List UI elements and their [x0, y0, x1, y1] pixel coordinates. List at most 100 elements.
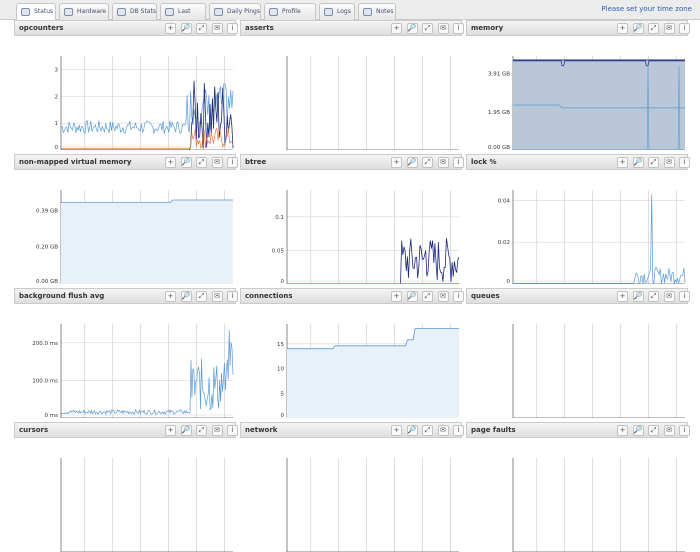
zoom-button[interactable]: 🔎: [632, 291, 644, 302]
panel-title: btree: [245, 158, 267, 166]
link-button[interactable]: ⤢: [422, 291, 433, 302]
add-chart-button[interactable]: +: [617, 157, 628, 168]
email-button[interactable]: ✉: [437, 291, 449, 302]
zoom-button[interactable]: 🔎: [180, 425, 192, 436]
add-chart-button[interactable]: +: [391, 425, 402, 436]
info-button[interactable]: i: [679, 157, 690, 168]
chart-svg: 06:0007:0008:0009:0010:0011:00: [512, 458, 685, 552]
zoom-button[interactable]: 🔎: [180, 23, 192, 34]
y-tick-label: 0: [507, 279, 511, 284]
zoom-button[interactable]: 🔎: [632, 23, 644, 34]
info-button[interactable]: i: [227, 157, 238, 168]
zoom-button[interactable]: 🔎: [406, 425, 418, 436]
tab-bar: Status Hardware DB Stats Last Ping Daily…: [0, 0, 700, 31]
y-tick-label: 1: [55, 121, 59, 127]
panel-header: btree + 🔎 ⤢ ✉ i: [240, 154, 464, 170]
link-button[interactable]: ⤢: [422, 23, 433, 34]
tab-last-ping[interactable]: Last Ping: [160, 3, 206, 31]
info-button[interactable]: i: [453, 23, 464, 34]
panel-header: network + 🔎 ⤢ ✉ i: [240, 422, 464, 438]
link-button[interactable]: ⤢: [648, 425, 659, 436]
add-chart-button[interactable]: +: [165, 291, 176, 302]
y-tick-label: 0: [281, 413, 285, 418]
add-chart-button[interactable]: +: [165, 425, 176, 436]
zoom-button[interactable]: 🔎: [406, 157, 418, 168]
email-button[interactable]: ✉: [663, 23, 675, 34]
link-button[interactable]: ⤢: [648, 23, 659, 34]
info-button[interactable]: i: [227, 291, 238, 302]
panel-header: connections + 🔎 ⤢ ✉ i: [240, 288, 464, 304]
profile-data-icon: [269, 8, 278, 16]
link-button[interactable]: ⤢: [422, 425, 433, 436]
info-button[interactable]: i: [679, 23, 690, 34]
chart-panel: background flush avg + 🔎 ⤢ ✉ i 06:0007:0008:00…: [14, 288, 238, 418]
chart-panel: network + 🔎 ⤢ ✉ i 06:0007:0008:0009:0010:0011:…: [240, 422, 464, 552]
tab-notes[interactable]: Notes: [358, 3, 396, 20]
add-chart-button[interactable]: +: [165, 157, 176, 168]
zoom-button[interactable]: 🔎: [632, 425, 644, 436]
y-tick-label: 0.02: [498, 240, 510, 246]
email-button[interactable]: ✉: [437, 425, 449, 436]
y-tick-label: 3: [55, 67, 59, 73]
y-tick-label: 0.1: [275, 215, 284, 221]
zoom-button[interactable]: 🔎: [406, 23, 418, 34]
add-chart-button[interactable]: +: [391, 291, 402, 302]
link-button[interactable]: ⤢: [648, 157, 659, 168]
y-tick-label: 0.04: [498, 198, 511, 204]
panel-header: page faults + 🔎 ⤢ ✉ i: [466, 422, 690, 438]
y-tick-label: 0 ms: [45, 413, 59, 418]
tab-logs[interactable]: Logs: [319, 3, 355, 20]
chart-svg: 06:0007:0008:0009:0010:0011:000 ms100.0 …: [32, 324, 234, 418]
add-chart-button[interactable]: +: [617, 291, 628, 302]
email-button[interactable]: ✉: [211, 157, 223, 168]
add-chart-button[interactable]: +: [165, 23, 176, 34]
tab-profile-data[interactable]: Profile Data: [264, 3, 316, 31]
email-button[interactable]: ✉: [211, 425, 223, 436]
info-button[interactable]: i: [453, 157, 464, 168]
email-button[interactable]: ✉: [663, 157, 675, 168]
info-button[interactable]: i: [227, 23, 238, 34]
zoom-button[interactable]: 🔎: [180, 291, 192, 302]
chart-panel: lock %+🔎⤢✉i06:0007:0008:0009:0010:0011:0…: [466, 154, 690, 284]
add-chart-button[interactable]: +: [391, 23, 402, 34]
link-button[interactable]: ⤢: [196, 291, 207, 302]
chart-area: 06:0007:0008:0009:0010:0011:00: [466, 438, 688, 552]
link-button[interactable]: ⤢: [196, 425, 207, 436]
tab-label: DB Stats: [130, 8, 156, 15]
tab-status[interactable]: Status: [16, 3, 56, 21]
info-button[interactable]: i: [679, 425, 690, 436]
chart-svg: 06:0007:0008:0009:0010:0011:000.00 GB0.2…: [36, 190, 233, 284]
info-button[interactable]: i: [227, 425, 238, 436]
y-tick-label: 2: [55, 94, 59, 100]
info-button[interactable]: i: [453, 291, 464, 302]
email-button[interactable]: ✉: [663, 291, 675, 302]
tab-daily-pings[interactable]: Daily Pings: [209, 3, 261, 20]
panel-title: page faults: [471, 426, 516, 434]
link-button[interactable]: ⤢: [648, 291, 659, 302]
panel-header: queues + 🔎 ⤢ ✉ i: [466, 288, 690, 304]
zoom-button[interactable]: 🔎: [632, 157, 644, 168]
set-time-zone-link[interactable]: Please set your time zone: [601, 5, 692, 13]
info-button[interactable]: i: [453, 425, 464, 436]
link-button[interactable]: ⤢: [196, 23, 207, 34]
add-chart-button[interactable]: +: [617, 425, 628, 436]
chart-svg: 06:0007:0008:0009:0010:0011:0000.050.1: [272, 190, 460, 284]
chart-panel: non-mapped virtual memory + 🔎 ⤢ ✉ i 06:0007:00…: [14, 154, 238, 284]
zoom-button[interactable]: 🔎: [180, 157, 192, 168]
email-button[interactable]: ✉: [663, 425, 675, 436]
info-button[interactable]: i: [679, 291, 690, 302]
tab-hardware[interactable]: Hardware: [59, 3, 109, 20]
link-button[interactable]: ⤢: [422, 157, 433, 168]
email-button[interactable]: ✉: [437, 23, 449, 34]
chart-area: 06:0007:0008:0009:0010:0011:000.00 GB1.9…: [466, 36, 688, 150]
panel-header: non-mapped virtual memory + 🔎 ⤢ ✉ i: [14, 154, 238, 170]
tab-db-stats[interactable]: DB Stats: [112, 3, 157, 20]
email-button[interactable]: ✉: [211, 23, 223, 34]
add-chart-button[interactable]: +: [617, 23, 628, 34]
link-button[interactable]: ⤢: [196, 157, 207, 168]
y-tick-label: 0.05: [272, 248, 285, 254]
zoom-button[interactable]: 🔎: [406, 291, 418, 302]
email-button[interactable]: ✉: [211, 291, 223, 302]
email-button[interactable]: ✉: [437, 157, 449, 168]
add-chart-button[interactable]: +: [391, 157, 402, 168]
